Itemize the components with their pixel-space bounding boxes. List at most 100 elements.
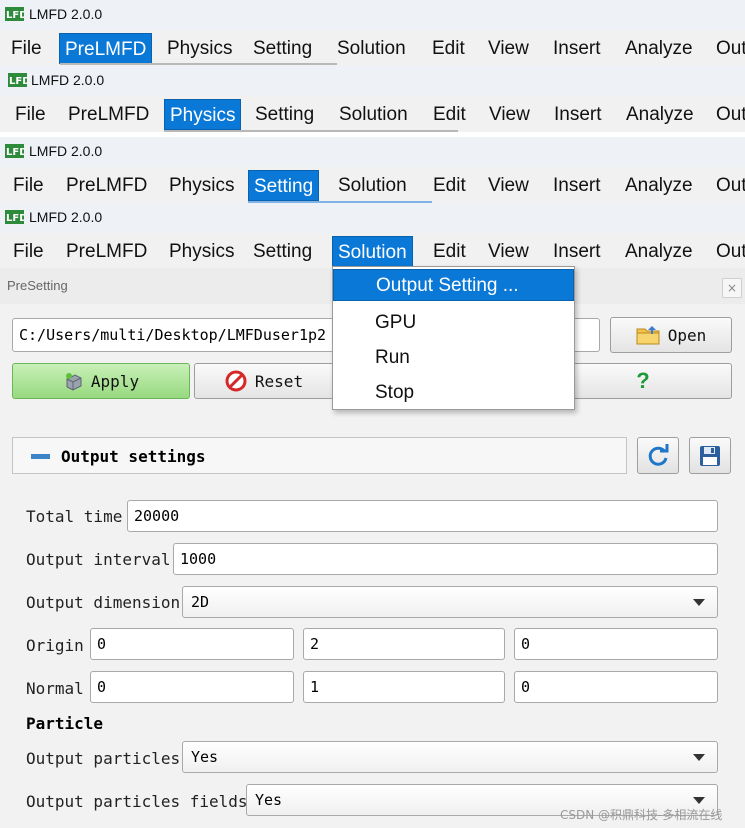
menu-edit[interactable]: Edit (430, 236, 469, 267)
output-dimension-select[interactable]: 2D (182, 586, 718, 618)
menu-physics[interactable]: Physics (164, 99, 242, 130)
reset-button[interactable]: Reset (194, 363, 334, 399)
menu-view[interactable]: View (485, 33, 532, 64)
app-logo-icon: LFD (5, 210, 24, 224)
output-particles-select[interactable]: Yes (182, 741, 718, 773)
normal-x-value: 0 (97, 678, 107, 696)
origin-x-value: 0 (97, 635, 107, 653)
divider (60, 63, 337, 65)
menu-item-stop[interactable]: Stop (333, 377, 574, 409)
chevron-down-icon (693, 797, 705, 804)
stop-icon (225, 370, 247, 392)
output-dimension-value: 2D (191, 593, 210, 611)
app-logo-icon: LFD (8, 73, 27, 87)
section-title: Output settings (61, 447, 206, 466)
normal-z-input[interactable]: 0 (514, 671, 718, 703)
app-title: LMFD 2.0.0 (29, 6, 103, 22)
close-icon[interactable]: × (722, 278, 742, 298)
output-settings-section[interactable]: Output settings (12, 437, 627, 474)
menu-solution[interactable]: Solution (336, 99, 411, 130)
apply-button[interactable]: Apply (12, 363, 190, 399)
output-interval-input[interactable]: 1000 (173, 543, 718, 575)
menu-edit[interactable]: Edit (430, 170, 469, 201)
menu-edit[interactable]: Edit (429, 33, 468, 64)
divider (164, 130, 458, 132)
menu-view[interactable]: View (485, 236, 532, 267)
origin-y-value: 2 (310, 635, 320, 653)
normal-x-input[interactable]: 0 (90, 671, 294, 703)
menu-insert[interactable]: Insert (550, 236, 604, 267)
chevron-down-icon (693, 754, 705, 761)
normal-y-input[interactable]: 1 (303, 671, 505, 703)
menu-bar: File PreLMFD Physics Setting Solution Ed… (0, 233, 745, 269)
open-button[interactable]: Open (610, 317, 732, 353)
menu-physics[interactable]: Physics (166, 170, 237, 201)
output-interval-value: 1000 (180, 550, 217, 568)
menu-insert[interactable]: Insert (551, 99, 605, 130)
total-time-input[interactable]: 20000 (127, 500, 718, 532)
normal-label: Normal (26, 679, 84, 698)
menu-file[interactable]: File (8, 33, 45, 64)
menu-prelmfd[interactable]: PreLMFD (63, 236, 150, 267)
menu-analyze[interactable]: Analyze (622, 170, 696, 201)
menu-solution[interactable]: Solution (335, 170, 410, 201)
menu-output[interactable]: Out (713, 33, 745, 64)
save-button[interactable] (689, 437, 731, 474)
total-time-value: 20000 (134, 507, 180, 525)
normal-z-value: 0 (521, 678, 531, 696)
floppy-disk-icon (700, 445, 720, 466)
help-icon: ? (636, 368, 650, 393)
menu-view[interactable]: View (485, 170, 532, 201)
output-dimension-label: Output dimension (26, 593, 181, 612)
panel-title: PreSetting (7, 278, 68, 293)
menu-prelmfd[interactable]: PreLMFD (65, 99, 152, 130)
menu-physics[interactable]: Physics (166, 236, 237, 267)
origin-x-input[interactable]: 0 (90, 628, 294, 660)
svg-text:LFD: LFD (6, 147, 24, 158)
menu-bar: File PreLMFD Physics Setting Solution Ed… (0, 30, 745, 66)
menu-analyze[interactable]: Analyze (622, 33, 696, 64)
menu-solution[interactable]: Solution (332, 236, 413, 267)
app-logo-icon: LFD (5, 144, 24, 158)
path-value: C:/Users/multi/Desktop/LMFDuser1p2 (19, 326, 327, 344)
menu-bar: File PreLMFD Physics Setting Solution Ed… (0, 167, 745, 203)
total-time-label: Total time (26, 507, 123, 526)
menu-physics[interactable]: Physics (164, 33, 235, 64)
menu-output[interactable]: Out (713, 99, 745, 130)
menu-item-run[interactable]: Run (333, 342, 574, 374)
menu-output[interactable]: Out (713, 170, 745, 201)
reset-label: Reset (254, 371, 304, 391)
collapse-icon[interactable] (31, 454, 50, 459)
origin-y-input[interactable]: 2 (303, 628, 505, 660)
help-button[interactable]: ? (554, 363, 732, 399)
menu-file[interactable]: File (12, 99, 49, 130)
title-bar: LFD LMFD 2.0.0 (0, 203, 745, 233)
menu-insert[interactable]: Insert (550, 33, 604, 64)
app-title: LMFD 2.0.0 (29, 143, 103, 159)
svg-text:LFD: LFD (6, 213, 24, 224)
menu-setting[interactable]: Setting (250, 236, 315, 267)
menu-insert[interactable]: Insert (550, 170, 604, 201)
menu-item-gpu[interactable]: GPU (333, 307, 574, 339)
apply-icon (65, 373, 82, 391)
menu-output[interactable]: Out (713, 236, 745, 267)
origin-z-value: 0 (521, 635, 531, 653)
menu-prelmfd[interactable]: PreLMFD (63, 170, 150, 201)
output-particles-label: Output particles (26, 749, 181, 768)
menu-setting[interactable]: Setting (250, 33, 315, 64)
origin-z-input[interactable]: 0 (514, 628, 718, 660)
menu-setting[interactable]: Setting (252, 99, 317, 130)
refresh-button[interactable] (637, 437, 679, 474)
menu-file[interactable]: File (10, 170, 47, 201)
app-logo-icon: LFD (5, 7, 24, 21)
menu-prelmfd[interactable]: PreLMFD (59, 33, 153, 64)
menu-bar: File PreLMFD Physics Setting Solution Ed… (0, 96, 745, 132)
menu-setting[interactable]: Setting (248, 170, 320, 201)
menu-item-output-setting[interactable]: Output Setting ... (333, 269, 574, 301)
menu-file[interactable]: File (10, 236, 47, 267)
menu-analyze[interactable]: Analyze (622, 236, 696, 267)
menu-view[interactable]: View (486, 99, 533, 130)
menu-edit[interactable]: Edit (430, 99, 469, 130)
menu-solution[interactable]: Solution (334, 33, 409, 64)
menu-analyze[interactable]: Analyze (623, 99, 697, 130)
